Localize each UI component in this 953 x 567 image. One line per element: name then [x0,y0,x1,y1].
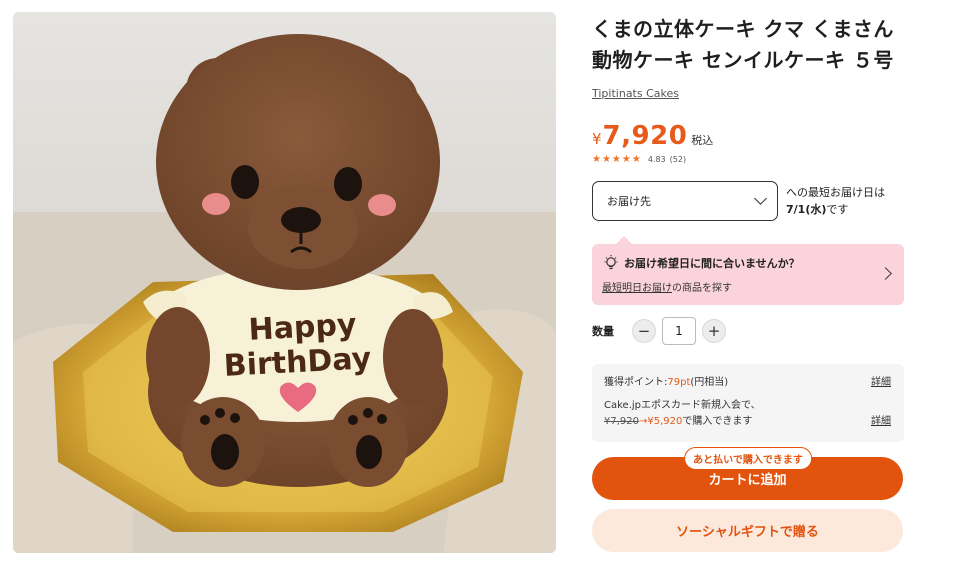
product-image[interactable]: Happy BirthDay [13,12,556,553]
quantity-stepper: 数量 − 1 + [592,317,904,345]
product-title: くまの立体ケーキ クマ くまさん 動物ケーキ センイルケーキ ５号 [592,17,894,72]
points-label: 獲得ポイント: [604,377,668,388]
card-offer-suffix: で購入できます [682,416,753,427]
lightbulb-icon [604,255,618,270]
shop-link[interactable]: Tipitinats Cakes [592,87,679,100]
original-price: ¥7,920 [604,416,639,427]
delivery-estimate: への最短お届け日は 7/1(水)です [786,184,885,218]
points-note: (円相当) [690,377,729,388]
quantity-plus-button[interactable]: + [702,319,726,343]
cart-area: あと払いで購入できます カートに追加 [592,447,904,500]
quantity-input[interactable]: 1 [662,317,696,345]
fastest-delivery-link[interactable]: 最短明日お届け [602,283,672,294]
rating-row[interactable]: ★★★★★ 4.83 (52) [592,154,904,165]
delivery-notice[interactable]: お届け希望日に間に合いませんか？ 最短明日お届けの商品を探す [592,236,904,305]
delivery-date: 7/1(水) [786,203,827,216]
quantity-label: 数量 [592,325,614,338]
card-offer-line: Cake.jpエポスカード新規入会で、 [604,400,761,411]
card-price: ¥5,920 [647,416,683,427]
points-value: 79pt [667,377,691,388]
notice-suffix: の商品を探す [672,283,732,294]
delivery-select-label: お届け先 [607,195,651,208]
delivery-prefix: への最短お届け日は [786,186,885,199]
delivery-destination-select[interactable]: お届け先 [592,181,778,221]
star-rating-icon: ★★★★★ [592,154,642,165]
card-detail-link[interactable]: 詳細 [871,414,891,430]
points-detail-link[interactable]: 詳細 [871,373,891,388]
product-info-panel: くまの立体ケーキ クマ くまさん 動物ケーキ センイルケーキ ５号 Tipiti… [592,14,904,552]
quantity-minus-button[interactable]: − [632,319,656,343]
review-count: (52) [669,155,687,164]
rating-value: 4.83 [647,155,666,164]
currency-symbol: ¥ [592,130,602,148]
delivery-suffix: です [826,203,849,216]
bear-cake-illustration: Happy BirthDay [13,12,556,553]
price-amount: 7,920 [602,121,688,151]
notice-heading: お届け希望日に間に合いませんか？ [624,257,800,270]
points-box: 獲得ポイント:79pt(円相当) 詳細 Cake.jpエポスカード新規入会で、 … [592,364,904,442]
tax-label: 税込 [691,134,714,147]
chevron-down-icon [754,192,767,205]
delivery-row: お届け先 への最短お届け日は 7/1(水)です [592,181,904,221]
price-row: ¥ 7,920 税込 [592,121,904,151]
social-gift-button[interactable]: ソーシャルギフトで贈る [592,509,903,552]
pay-later-badge: あと払いで購入できます [684,447,812,470]
